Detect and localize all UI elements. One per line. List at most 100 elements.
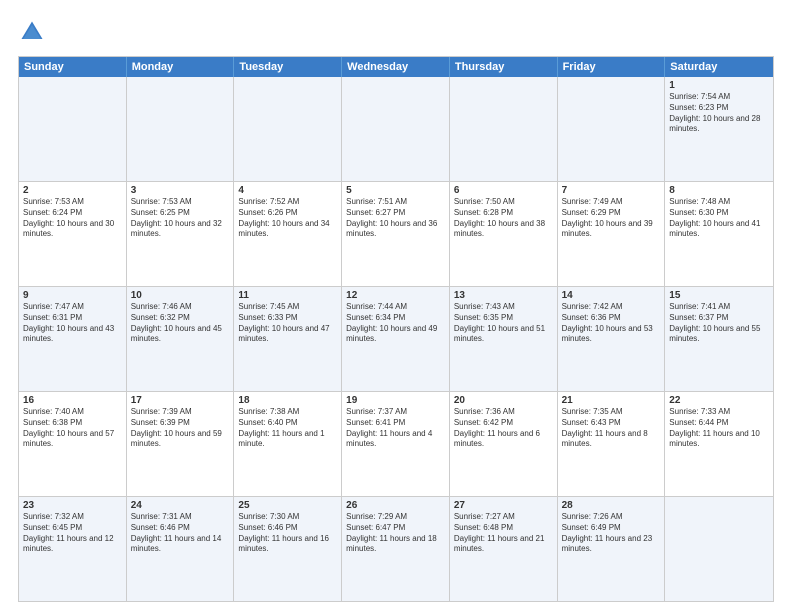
day-info: Sunrise: 7:39 AM Sunset: 6:39 PM Dayligh…	[131, 407, 230, 450]
day-info: Sunrise: 7:40 AM Sunset: 6:38 PM Dayligh…	[23, 407, 122, 450]
calendar-row-1: 2Sunrise: 7:53 AM Sunset: 6:24 PM Daylig…	[19, 182, 773, 287]
day-number: 22	[669, 395, 769, 406]
header-day-friday: Friday	[558, 57, 666, 77]
day-number: 9	[23, 290, 122, 301]
day-number: 1	[669, 80, 769, 91]
calendar-row-4: 23Sunrise: 7:32 AM Sunset: 6:45 PM Dayli…	[19, 497, 773, 601]
day-info: Sunrise: 7:46 AM Sunset: 6:32 PM Dayligh…	[131, 302, 230, 345]
day-info: Sunrise: 7:49 AM Sunset: 6:29 PM Dayligh…	[562, 197, 661, 240]
day-info: Sunrise: 7:35 AM Sunset: 6:43 PM Dayligh…	[562, 407, 661, 450]
calendar-row-3: 16Sunrise: 7:40 AM Sunset: 6:38 PM Dayli…	[19, 392, 773, 497]
day-number: 26	[346, 500, 445, 511]
day-cell-21: 21Sunrise: 7:35 AM Sunset: 6:43 PM Dayli…	[558, 392, 666, 496]
day-cell-11: 11Sunrise: 7:45 AM Sunset: 6:33 PM Dayli…	[234, 287, 342, 391]
day-info: Sunrise: 7:29 AM Sunset: 6:47 PM Dayligh…	[346, 512, 445, 555]
day-info: Sunrise: 7:32 AM Sunset: 6:45 PM Dayligh…	[23, 512, 122, 555]
day-cell-16: 16Sunrise: 7:40 AM Sunset: 6:38 PM Dayli…	[19, 392, 127, 496]
day-number: 10	[131, 290, 230, 301]
day-number: 4	[238, 185, 337, 196]
day-info: Sunrise: 7:52 AM Sunset: 6:26 PM Dayligh…	[238, 197, 337, 240]
day-info: Sunrise: 7:45 AM Sunset: 6:33 PM Dayligh…	[238, 302, 337, 345]
day-cell-14: 14Sunrise: 7:42 AM Sunset: 6:36 PM Dayli…	[558, 287, 666, 391]
day-number: 27	[454, 500, 553, 511]
logo-icon	[18, 18, 46, 46]
day-info: Sunrise: 7:48 AM Sunset: 6:30 PM Dayligh…	[669, 197, 769, 240]
day-info: Sunrise: 7:37 AM Sunset: 6:41 PM Dayligh…	[346, 407, 445, 450]
day-cell-10: 10Sunrise: 7:46 AM Sunset: 6:32 PM Dayli…	[127, 287, 235, 391]
header	[18, 18, 774, 46]
day-info: Sunrise: 7:44 AM Sunset: 6:34 PM Dayligh…	[346, 302, 445, 345]
header-day-saturday: Saturday	[665, 57, 773, 77]
day-number: 25	[238, 500, 337, 511]
empty-cell-0-3	[342, 77, 450, 181]
day-cell-9: 9Sunrise: 7:47 AM Sunset: 6:31 PM Daylig…	[19, 287, 127, 391]
day-number: 17	[131, 395, 230, 406]
day-cell-24: 24Sunrise: 7:31 AM Sunset: 6:46 PM Dayli…	[127, 497, 235, 601]
day-number: 2	[23, 185, 122, 196]
day-info: Sunrise: 7:53 AM Sunset: 6:24 PM Dayligh…	[23, 197, 122, 240]
day-number: 13	[454, 290, 553, 301]
calendar-body: 1Sunrise: 7:54 AM Sunset: 6:23 PM Daylig…	[19, 77, 773, 601]
day-cell-22: 22Sunrise: 7:33 AM Sunset: 6:44 PM Dayli…	[665, 392, 773, 496]
day-info: Sunrise: 7:43 AM Sunset: 6:35 PM Dayligh…	[454, 302, 553, 345]
day-cell-15: 15Sunrise: 7:41 AM Sunset: 6:37 PM Dayli…	[665, 287, 773, 391]
calendar-header: SundayMondayTuesdayWednesdayThursdayFrid…	[19, 57, 773, 77]
day-cell-20: 20Sunrise: 7:36 AM Sunset: 6:42 PM Dayli…	[450, 392, 558, 496]
day-number: 19	[346, 395, 445, 406]
day-number: 16	[23, 395, 122, 406]
day-number: 7	[562, 185, 661, 196]
calendar-row-0: 1Sunrise: 7:54 AM Sunset: 6:23 PM Daylig…	[19, 77, 773, 182]
day-info: Sunrise: 7:50 AM Sunset: 6:28 PM Dayligh…	[454, 197, 553, 240]
day-info: Sunrise: 7:51 AM Sunset: 6:27 PM Dayligh…	[346, 197, 445, 240]
day-info: Sunrise: 7:31 AM Sunset: 6:46 PM Dayligh…	[131, 512, 230, 555]
day-number: 28	[562, 500, 661, 511]
day-number: 11	[238, 290, 337, 301]
page: SundayMondayTuesdayWednesdayThursdayFrid…	[0, 0, 792, 612]
header-day-sunday: Sunday	[19, 57, 127, 77]
day-cell-6: 6Sunrise: 7:50 AM Sunset: 6:28 PM Daylig…	[450, 182, 558, 286]
day-number: 3	[131, 185, 230, 196]
day-number: 15	[669, 290, 769, 301]
day-cell-23: 23Sunrise: 7:32 AM Sunset: 6:45 PM Dayli…	[19, 497, 127, 601]
day-number: 18	[238, 395, 337, 406]
empty-cell-4-6	[665, 497, 773, 601]
empty-cell-0-4	[450, 77, 558, 181]
day-cell-1: 1Sunrise: 7:54 AM Sunset: 6:23 PM Daylig…	[665, 77, 773, 181]
header-day-thursday: Thursday	[450, 57, 558, 77]
day-info: Sunrise: 7:27 AM Sunset: 6:48 PM Dayligh…	[454, 512, 553, 555]
day-number: 14	[562, 290, 661, 301]
day-info: Sunrise: 7:38 AM Sunset: 6:40 PM Dayligh…	[238, 407, 337, 450]
day-cell-27: 27Sunrise: 7:27 AM Sunset: 6:48 PM Dayli…	[450, 497, 558, 601]
day-cell-28: 28Sunrise: 7:26 AM Sunset: 6:49 PM Dayli…	[558, 497, 666, 601]
day-cell-26: 26Sunrise: 7:29 AM Sunset: 6:47 PM Dayli…	[342, 497, 450, 601]
day-info: Sunrise: 7:33 AM Sunset: 6:44 PM Dayligh…	[669, 407, 769, 450]
logo	[18, 18, 50, 46]
day-number: 5	[346, 185, 445, 196]
day-number: 6	[454, 185, 553, 196]
day-number: 20	[454, 395, 553, 406]
day-cell-3: 3Sunrise: 7:53 AM Sunset: 6:25 PM Daylig…	[127, 182, 235, 286]
day-info: Sunrise: 7:41 AM Sunset: 6:37 PM Dayligh…	[669, 302, 769, 345]
day-cell-4: 4Sunrise: 7:52 AM Sunset: 6:26 PM Daylig…	[234, 182, 342, 286]
day-cell-17: 17Sunrise: 7:39 AM Sunset: 6:39 PM Dayli…	[127, 392, 235, 496]
day-cell-25: 25Sunrise: 7:30 AM Sunset: 6:46 PM Dayli…	[234, 497, 342, 601]
day-info: Sunrise: 7:47 AM Sunset: 6:31 PM Dayligh…	[23, 302, 122, 345]
day-cell-13: 13Sunrise: 7:43 AM Sunset: 6:35 PM Dayli…	[450, 287, 558, 391]
day-cell-18: 18Sunrise: 7:38 AM Sunset: 6:40 PM Dayli…	[234, 392, 342, 496]
calendar: SundayMondayTuesdayWednesdayThursdayFrid…	[18, 56, 774, 602]
calendar-row-2: 9Sunrise: 7:47 AM Sunset: 6:31 PM Daylig…	[19, 287, 773, 392]
day-number: 24	[131, 500, 230, 511]
header-day-tuesday: Tuesday	[234, 57, 342, 77]
header-day-monday: Monday	[127, 57, 235, 77]
day-cell-5: 5Sunrise: 7:51 AM Sunset: 6:27 PM Daylig…	[342, 182, 450, 286]
day-number: 12	[346, 290, 445, 301]
day-cell-12: 12Sunrise: 7:44 AM Sunset: 6:34 PM Dayli…	[342, 287, 450, 391]
day-info: Sunrise: 7:54 AM Sunset: 6:23 PM Dayligh…	[669, 92, 769, 135]
day-number: 21	[562, 395, 661, 406]
empty-cell-0-1	[127, 77, 235, 181]
day-info: Sunrise: 7:53 AM Sunset: 6:25 PM Dayligh…	[131, 197, 230, 240]
day-number: 8	[669, 185, 769, 196]
day-number: 23	[23, 500, 122, 511]
day-cell-2: 2Sunrise: 7:53 AM Sunset: 6:24 PM Daylig…	[19, 182, 127, 286]
day-cell-19: 19Sunrise: 7:37 AM Sunset: 6:41 PM Dayli…	[342, 392, 450, 496]
